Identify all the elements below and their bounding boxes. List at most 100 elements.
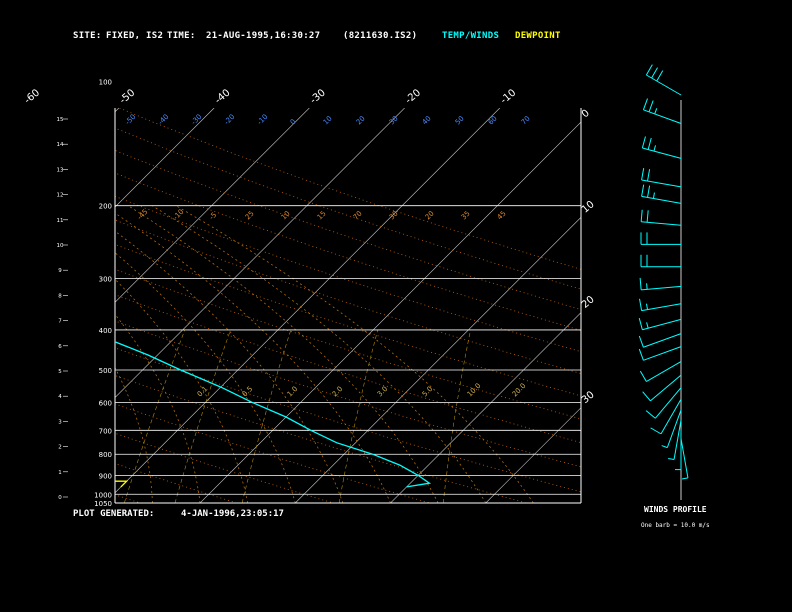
pressure-label: 400 [99, 327, 112, 335]
profiles-group [115, 341, 432, 488]
mixing-ratio-label: 2.0 [331, 385, 345, 399]
pressure-label: 600 [99, 400, 112, 408]
dry-adiabat-line [115, 403, 430, 503]
height-tick-label: 11 [57, 218, 64, 224]
background-grid [0, 81, 581, 503]
wind-barb-half-flag [646, 322, 649, 329]
moist-adiabat-label: 20 [424, 209, 436, 221]
wind-barb-staff [650, 374, 682, 402]
height-tick-label: 6 [58, 344, 62, 350]
wind-barb-half-flag [653, 145, 656, 152]
dry-adiabat-label: -30 [190, 113, 204, 127]
pressure-label: 300 [99, 275, 112, 283]
wind-barb-flag [645, 410, 656, 419]
dry-adiabat-label: -50 [124, 113, 138, 127]
isotherm-label: -20 [403, 87, 423, 106]
isotherm-label: -50 [118, 87, 138, 106]
height-tick-label: 3 [58, 419, 62, 425]
wind-barb-half-flag [645, 303, 649, 310]
wind-barb-half-flag [652, 192, 655, 199]
moist-adiabat-label: 35 [460, 209, 472, 221]
mixing-ratio-line [0, 330, 42, 503]
wind-barb-half-flag [668, 457, 675, 460]
winds-barb-note: One barb = 10.0 m/s [641, 522, 710, 529]
wind-barb-flag [641, 136, 646, 149]
wind-barb-flag [639, 277, 642, 290]
isotherm-line [115, 108, 405, 398]
moist-adiabat-label: 30 [388, 209, 400, 221]
wind-barb-flag [641, 168, 645, 181]
moist-adiabat-label: -45 [136, 208, 150, 222]
isotherm-label: 0 [580, 108, 592, 121]
wind-barb-half-flag [646, 283, 648, 290]
isotherm-label: -10 [499, 87, 519, 106]
wind-barb-flag [640, 209, 643, 222]
isotherm-label: -40 [213, 87, 233, 106]
isotherm-line [295, 216, 581, 503]
pressure-label: 100 [99, 78, 112, 86]
dry-adiabat-line [115, 172, 581, 331]
wind-barb-flag [656, 70, 664, 82]
dry-adiabat-line [115, 149, 581, 310]
moist-adiabat-label: 10 [280, 209, 292, 221]
wind-barb-flag [638, 318, 643, 330]
height-tick-label: 8 [58, 293, 62, 299]
pressure-label: 800 [99, 451, 112, 459]
height-tick-label: 5 [58, 369, 62, 375]
mixing-ratio-label: 1.0 [286, 385, 300, 399]
dry-adiabat-label: -10 [256, 113, 270, 127]
moist-adiabat-line [115, 230, 344, 503]
wind-barb-flag [639, 370, 647, 382]
moist-adiabat-line [0, 206, 105, 503]
height-tick-label: 0 [58, 495, 62, 501]
moist-adiabat-line [175, 205, 534, 503]
mixing-ratio-label: 5.0 [421, 385, 435, 399]
axes-group: 1002003004005006007008009001000105001234… [22, 78, 596, 508]
wind-barb-flag [647, 137, 652, 150]
moist-adiabat-label: 25 [244, 209, 256, 221]
wind-barb-flag [647, 185, 651, 198]
dry-adiabat-label: 20 [355, 114, 367, 126]
isotherm-line [580, 502, 581, 503]
mixing-ratio-line [338, 329, 378, 503]
pressure-label: 200 [99, 203, 112, 211]
isotherm-label: -60 [22, 87, 42, 106]
dry-adiabat-label: -40 [157, 113, 171, 127]
wind-barb-flag [645, 64, 653, 76]
dry-adiabat-label: 50 [454, 114, 466, 126]
height-tick-label: 14 [57, 142, 64, 148]
wind-barb-half-flag [681, 477, 689, 480]
dry-adiabat-line [115, 195, 581, 353]
dry-adiabat-line [115, 243, 581, 397]
height-tick-label: 7 [58, 319, 62, 325]
mixing-ratio-label: 0.1 [196, 385, 210, 399]
moist-adiabat-line [115, 278, 249, 503]
wind-barb-flag [638, 335, 644, 348]
isotherm-line [0, 108, 24, 503]
mixing-ratio-line [174, 329, 231, 503]
dry-adiabat-line [115, 294, 581, 444]
skew-t-chart: 1002003004005006007008009001000105001234… [0, 64, 689, 508]
wind-barb-half-flag [654, 108, 658, 115]
dry-adiabat-label: 40 [421, 114, 433, 126]
height-tick-label: 12 [57, 193, 64, 199]
wind-barb-staff [666, 409, 682, 448]
moist-adiabat-line [115, 366, 153, 503]
dry-adiabat-line [115, 463, 237, 503]
dry-adiabat-line [115, 494, 141, 503]
wind-barb-flag [650, 427, 662, 435]
height-tick-label: 9 [58, 268, 62, 274]
dry-adiabat-line [115, 320, 581, 468]
wind-barb-flag [642, 98, 648, 110]
height-tick-label: 2 [58, 445, 62, 451]
moist-adiabat-label: 45 [496, 209, 508, 221]
pressure-label: 500 [99, 367, 112, 375]
mixing-ratio-line [124, 329, 186, 503]
dry-adiabat-label: -20 [223, 113, 237, 127]
moist-adiabat-label: -5 [208, 211, 219, 222]
dry-adiabat-line [0, 81, 43, 503]
dry-adiabat-label: 10 [322, 114, 334, 126]
mixing-ratio-label: 10.0 [466, 382, 483, 399]
dry-adiabat-line [115, 268, 581, 420]
moist-adiabat-label: 15 [316, 209, 328, 221]
